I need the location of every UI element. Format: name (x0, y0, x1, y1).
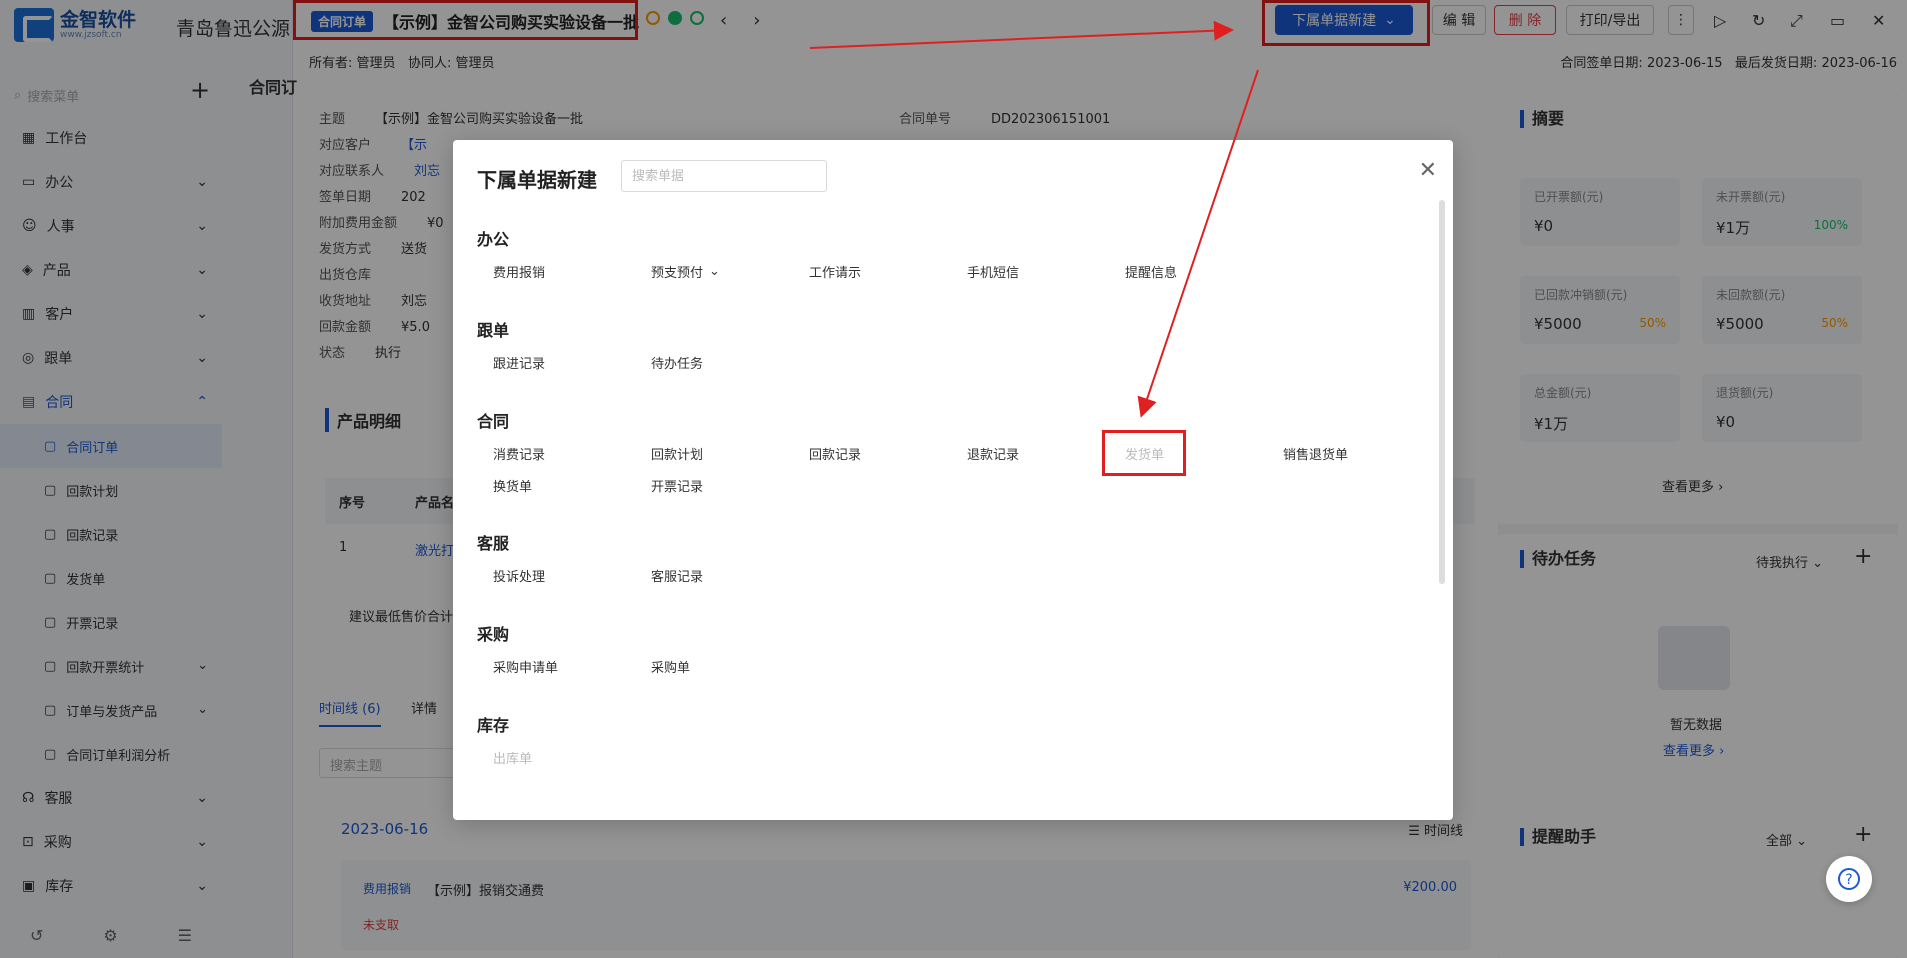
help-icon: ? (1838, 868, 1860, 890)
svg-text:?: ? (1845, 872, 1852, 888)
annotation-arrows (809, 20, 1259, 418)
annotation-arrow-to-button (809, 20, 1234, 49)
annotation-arrow-to-delivery (1137, 69, 1259, 418)
help-button[interactable]: ? (1826, 856, 1872, 902)
